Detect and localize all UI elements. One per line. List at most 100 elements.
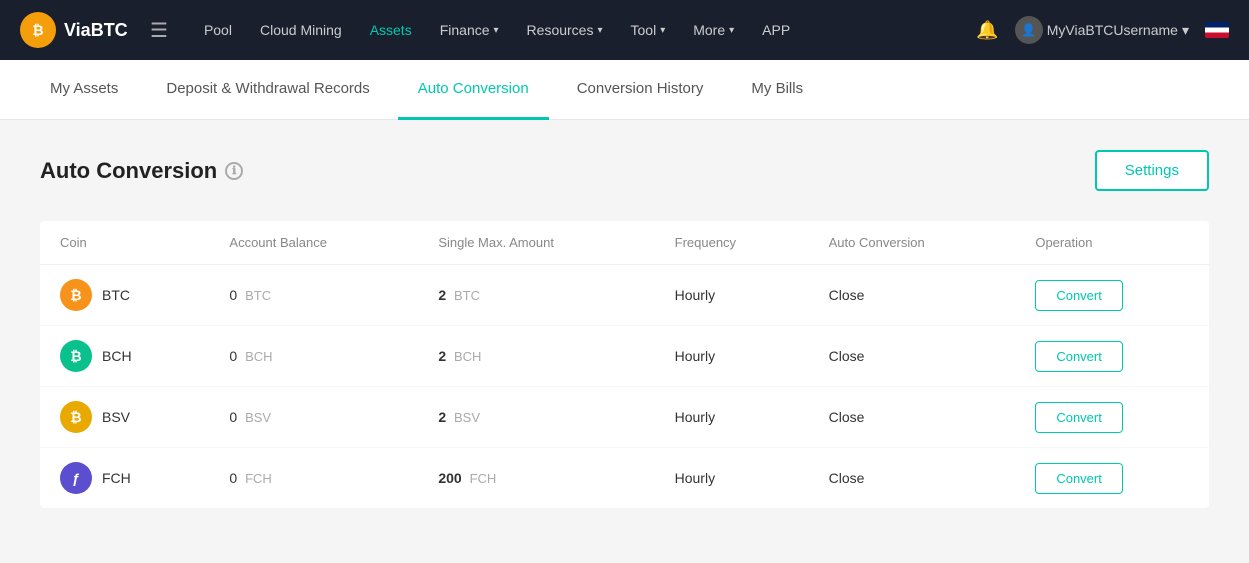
table-row: ₿ BSV 0 BSV 2 BSV Hourly Close Convert [40, 387, 1209, 448]
max-amount-value: 2 [438, 409, 446, 425]
operation-cell: Convert [1015, 387, 1209, 448]
frequency-cell: Hourly [655, 448, 809, 509]
navbar: ₿ ViaBTC ☰ Pool Cloud Mining Assets Fina… [0, 0, 1249, 60]
max-amount-value: 200 [438, 470, 461, 486]
nav-item-pool[interactable]: Pool [192, 14, 244, 46]
nav-item-finance[interactable]: Finance ▾ [428, 14, 511, 46]
max-amount-unit: BCH [454, 349, 481, 364]
coin-cell: ₿ BTC [40, 265, 209, 326]
col-operation: Operation [1015, 221, 1209, 265]
auto-conversion-cell: Close [809, 326, 1016, 387]
coin-label: FCH [102, 470, 131, 486]
max-amount-value: 2 [438, 287, 446, 303]
col-coin: Coin [40, 221, 209, 265]
col-auto-conversion: Auto Conversion [809, 221, 1016, 265]
nav-item-cloud-mining[interactable]: Cloud Mining [248, 14, 354, 46]
nav-item-tool[interactable]: Tool ▾ [619, 14, 678, 46]
page-title: Auto Conversion ℹ [40, 158, 243, 184]
coin-cell: ƒ FCH [40, 448, 209, 509]
frequency-cell: Hourly [655, 265, 809, 326]
table-header: Coin Account Balance Single Max. Amount … [40, 221, 1209, 265]
chevron-down-icon: ▾ [494, 25, 499, 36]
sub-nav-conversion-history[interactable]: Conversion History [557, 60, 724, 120]
operation-cell: Convert [1015, 265, 1209, 326]
page-header: Auto Conversion ℹ Settings [40, 150, 1209, 191]
balance-unit: FCH [245, 471, 272, 486]
sub-nav-auto-conversion[interactable]: Auto Conversion [398, 60, 549, 120]
sub-nav: My Assets Deposit & Withdrawal Records A… [0, 60, 1249, 120]
nav-item-more[interactable]: More ▾ [681, 14, 746, 46]
convert-button-fch[interactable]: Convert [1035, 463, 1123, 494]
balance-unit: BTC [245, 288, 271, 303]
balance-unit: BSV [245, 410, 271, 425]
col-frequency: Frequency [655, 221, 809, 265]
coin-label: BSV [102, 409, 130, 425]
nav-links: Pool Cloud Mining Assets Finance ▾ Resou… [192, 14, 956, 46]
col-single-max: Single Max. Amount [418, 221, 654, 265]
page-content: Auto Conversion ℹ Settings Coin Account … [0, 120, 1249, 563]
chevron-down-icon: ▾ [597, 25, 602, 36]
max-amount-unit: FCH [470, 471, 497, 486]
nav-right: 🔔 👤 MyViaBTCUsername ▾ [976, 16, 1229, 44]
auto-conversion-cell: Close [809, 387, 1016, 448]
nav-item-resources[interactable]: Resources ▾ [515, 14, 615, 46]
sub-nav-deposit-withdrawal[interactable]: Deposit & Withdrawal Records [146, 60, 389, 120]
table-body: ₿ BTC 0 BTC 2 BTC Hourly Close Convert [40, 265, 1209, 509]
table-row: ₿ BCH 0 BCH 2 BCH Hourly Close Convert [40, 326, 1209, 387]
nav-item-app[interactable]: APP [750, 14, 802, 46]
coin-label: BCH [102, 348, 132, 364]
coin-icon-fch: ƒ [60, 462, 92, 494]
sub-nav-my-bills[interactable]: My Bills [731, 60, 823, 120]
coin-cell: ₿ BCH [40, 326, 209, 387]
coin-icon-btc: ₿ [60, 279, 92, 311]
coin-cell: ₿ BSV [40, 387, 209, 448]
balance-amount: 0 [229, 409, 237, 425]
coin-label: BTC [102, 287, 130, 303]
frequency-cell: Hourly [655, 326, 809, 387]
chevron-down-icon: ▾ [729, 25, 734, 36]
operation-cell: Convert [1015, 326, 1209, 387]
balance-amount: 0 [229, 287, 237, 303]
logo-icon: ₿ [20, 12, 56, 48]
chevron-down-icon: ▾ [1182, 22, 1189, 39]
auto-conversion-cell: Close [809, 448, 1016, 509]
frequency-cell: Hourly [655, 387, 809, 448]
max-amount-cell: 2 BSV [418, 387, 654, 448]
convert-button-bch[interactable]: Convert [1035, 341, 1123, 372]
table: Coin Account Balance Single Max. Amount … [40, 221, 1209, 508]
max-amount-cell: 2 BTC [418, 265, 654, 326]
max-amount-cell: 200 FCH [418, 448, 654, 509]
chevron-down-icon: ▾ [660, 25, 665, 36]
coin-icon-bch: ₿ [60, 340, 92, 372]
operation-cell: Convert [1015, 448, 1209, 509]
table-row: ƒ FCH 0 FCH 200 FCH Hourly Close Convert [40, 448, 1209, 509]
language-flag-icon[interactable] [1205, 22, 1229, 38]
auto-conversion-cell: Close [809, 265, 1016, 326]
max-amount-cell: 2 BCH [418, 326, 654, 387]
logo[interactable]: ₿ ViaBTC [20, 12, 130, 48]
sub-nav-my-assets[interactable]: My Assets [30, 60, 138, 120]
convert-button-bsv[interactable]: Convert [1035, 402, 1123, 433]
hamburger-icon[interactable]: ☰ [150, 18, 168, 43]
max-amount-unit: BTC [454, 288, 480, 303]
table-row: ₿ BTC 0 BTC 2 BTC Hourly Close Convert [40, 265, 1209, 326]
username-label: MyViaBTCUsername [1047, 22, 1178, 38]
balance-cell: 0 BSV [209, 387, 418, 448]
info-icon[interactable]: ℹ [225, 162, 243, 180]
col-account-balance: Account Balance [209, 221, 418, 265]
balance-amount: 0 [229, 348, 237, 364]
coin-icon-bsv: ₿ [60, 401, 92, 433]
logo-text: ViaBTC [64, 20, 128, 41]
balance-cell: 0 FCH [209, 448, 418, 509]
bell-icon[interactable]: 🔔 [976, 20, 998, 41]
conversion-table: Coin Account Balance Single Max. Amount … [40, 221, 1209, 508]
balance-amount: 0 [229, 470, 237, 486]
nav-item-assets[interactable]: Assets [358, 14, 424, 46]
user-menu[interactable]: 👤 MyViaBTCUsername ▾ [1015, 16, 1189, 44]
convert-button-btc[interactable]: Convert [1035, 280, 1123, 311]
max-amount-unit: BSV [454, 410, 480, 425]
avatar: 👤 [1015, 16, 1043, 44]
balance-cell: 0 BCH [209, 326, 418, 387]
balance-cell: 0 BTC [209, 265, 418, 326]
settings-button[interactable]: Settings [1095, 150, 1209, 191]
